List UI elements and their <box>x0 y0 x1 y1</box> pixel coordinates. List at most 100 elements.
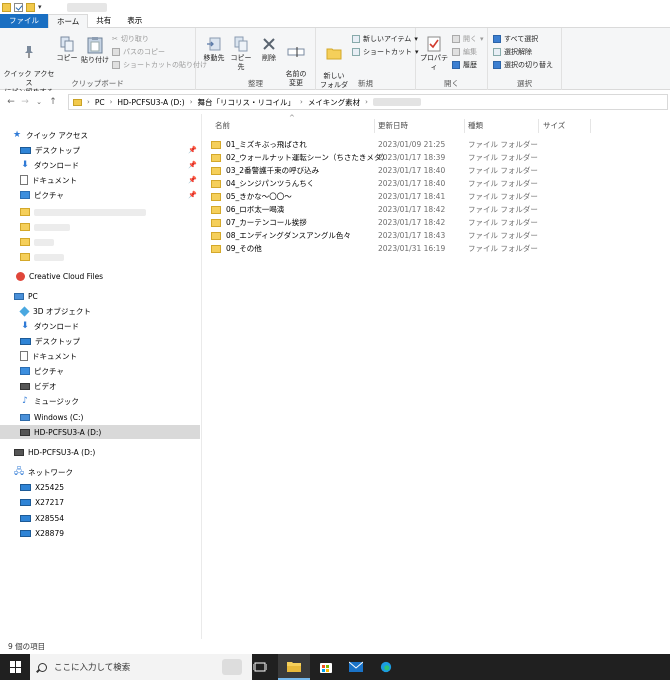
tab-home[interactable]: ホーム <box>48 14 89 28</box>
new-folder-button[interactable]: 新しい フォルダー <box>318 36 350 99</box>
easy-access-button[interactable]: ショートカット ▾ <box>352 46 419 57</box>
forward-arrow-icon[interactable]: → <box>18 97 32 107</box>
tab-share[interactable]: 共有 <box>88 14 119 28</box>
select-none-button[interactable]: 選択解除 <box>493 46 532 57</box>
properties-quick-icon[interactable] <box>14 2 23 12</box>
delete-button[interactable]: 削除 <box>258 36 280 63</box>
column-label: 更新日時 <box>378 121 408 130</box>
column-divider[interactable] <box>538 119 539 133</box>
nav-qa-pinned-folder[interactable] <box>0 220 200 234</box>
mail-taskbar-icon[interactable] <box>340 654 372 680</box>
chevron-right-icon[interactable]: › <box>365 98 368 106</box>
taskbar-search-box[interactable]: ここに入力して検索 <box>30 654 252 680</box>
nav-pc-windows-c[interactable]: Windows (C:) <box>0 410 200 424</box>
file-row[interactable]: 04_シンジパンツうんちく 2023/01/17 18:40 ファイル フォルダー <box>211 177 541 190</box>
chevron-right-icon[interactable]: › <box>190 98 193 106</box>
tab-file[interactable]: ファイル <box>0 14 48 28</box>
nav-pc-music[interactable]: ♪ ミュージック <box>0 394 200 408</box>
breadcrumb-current[interactable] <box>372 98 421 106</box>
address-bar[interactable]: › PC › HD-PCFSU3-A (D:) › 舞台「リコリス・リコイル」 … <box>68 94 668 110</box>
copy-to-button[interactable]: コピー先 <box>228 36 254 72</box>
copy-button[interactable]: コピー <box>56 36 78 63</box>
nav-network-computer[interactable]: X28554 <box>0 511 200 525</box>
invert-selection-button[interactable]: 選択の切り替え <box>493 59 553 70</box>
file-row[interactable]: 01_ミズキぶっ飛ばされ 2023/01/09 21:25 ファイル フォルダー <box>211 138 541 151</box>
nav-qa-desktop[interactable]: デスクトップ 📌 <box>0 143 200 157</box>
history-button[interactable]: 履歴 <box>452 59 477 70</box>
breadcrumb-pc[interactable]: PC <box>95 98 105 107</box>
search-highlight-icon[interactable] <box>222 659 242 675</box>
column-header-size[interactable]: サイズ <box>543 118 593 134</box>
file-row[interactable]: 07_カーテンコール挨拶 2023/01/17 18:42 ファイル フォルダー <box>211 216 541 229</box>
nav-network[interactable]: 🖧 ネットワーク <box>0 465 200 479</box>
nav-pc-desktop[interactable]: デスクトップ <box>0 334 200 348</box>
paste-button[interactable]: 貼り付け <box>81 36 109 65</box>
file-row[interactable]: 03_2番警護千束の呼び込み 2023/01/17 18:40 ファイル フォルダー <box>211 164 541 177</box>
nav-creative-cloud[interactable]: Creative Cloud Files <box>0 269 200 283</box>
blurred-folder-name <box>34 209 146 216</box>
nav-network-computer[interactable]: X28879 <box>0 526 200 540</box>
file-row[interactable]: 06_ロボ太一喝演 2023/01/17 18:42 ファイル フォルダー <box>211 203 541 216</box>
open-button[interactable]: 開く ▾ <box>452 33 484 44</box>
nav-qa-documents[interactable]: ドキュメント 📌 <box>0 173 200 187</box>
easy-access-label: ショートカット <box>363 47 412 56</box>
file-row[interactable]: 02_ウォールナット運転シーン（ちさたきメタ） 2023/01/17 18:39 フ… <box>211 151 541 164</box>
nav-drive-d[interactable]: HD-PCFSU3-A (D:) <box>0 445 200 459</box>
chevron-right-icon[interactable]: › <box>300 98 303 106</box>
nav-pc-drive-d[interactable]: HD-PCFSU3-A (D:) <box>0 425 200 439</box>
nav-pc-downloads[interactable]: ⬇ ダウンロード <box>0 319 200 333</box>
document-icon <box>20 351 28 361</box>
nav-network-computer[interactable]: X25425 <box>0 480 200 494</box>
breadcrumb-making-folder[interactable]: メイキング素材 <box>308 97 360 108</box>
nav-qa-pictures[interactable]: ピクチャ 📌 <box>0 188 200 202</box>
column-header-name[interactable]: 名前 <box>215 118 375 134</box>
folder-icon <box>211 192 221 201</box>
nav-qa-pinned-folder[interactable] <box>0 235 200 249</box>
file-row[interactable]: 08_エンディングダンスアングル色々 2023/01/17 18:43 ファイル フ… <box>211 229 541 242</box>
select-all-button[interactable]: すべて選択 <box>493 33 538 44</box>
breadcrumb-stage-folder[interactable]: 舞台「リコリス・リコイル」 <box>198 97 296 108</box>
nav-pc-documents[interactable]: ドキュメント <box>0 349 200 363</box>
tab-view[interactable]: 表示 <box>119 14 150 28</box>
nav-pc-pictures[interactable]: ピクチャ <box>0 364 200 378</box>
delete-label: 削除 <box>262 54 276 62</box>
chevron-right-icon[interactable]: › <box>110 98 113 106</box>
file-type: ファイル フォルダー <box>468 218 538 227</box>
column-divider[interactable] <box>374 119 375 133</box>
recent-locations-chevron-icon[interactable]: ⌄ <box>32 98 46 106</box>
new-folder-quick-icon[interactable] <box>26 2 35 12</box>
properties-button[interactable]: プロパティ <box>418 36 450 72</box>
column-header-type[interactable]: 種類 <box>468 118 538 134</box>
nav-quick-access[interactable]: ★ クイック アクセス <box>0 128 200 142</box>
nav-pc-3d-objects[interactable]: 3D オブジェクト <box>0 304 200 318</box>
file-explorer-taskbar-icon[interactable] <box>278 654 310 680</box>
column-divider[interactable] <box>464 119 465 133</box>
store-taskbar-icon[interactable] <box>310 654 342 680</box>
folder-icon <box>211 166 221 175</box>
nav-qa-pinned-folder[interactable] <box>0 250 200 264</box>
breadcrumb-drive[interactable]: HD-PCFSU3-A (D:) <box>117 98 184 107</box>
copy-icon <box>60 36 74 52</box>
nav-qa-downloads[interactable]: ⬇ ダウンロード 📌 <box>0 158 200 172</box>
file-row[interactable]: 09_その他 2023/01/31 16:19 ファイル フォルダー <box>211 242 541 255</box>
folder-icon <box>20 208 30 216</box>
paste-shortcut-button[interactable]: ショートカットの貼り付け <box>112 59 207 70</box>
column-header-date[interactable]: 更新日時 <box>378 118 463 134</box>
nav-pc[interactable]: PC <box>0 289 200 303</box>
edit-button[interactable]: 編集 <box>452 46 477 57</box>
task-view-icon[interactable] <box>244 654 276 680</box>
windows-start-icon[interactable] <box>10 661 22 673</box>
back-arrow-icon[interactable]: ← <box>4 97 18 107</box>
cut-button[interactable]: ✂ 切り取り <box>112 33 149 44</box>
column-divider[interactable] <box>590 119 591 133</box>
new-item-button[interactable]: 新しいアイテム ▾ <box>352 33 418 44</box>
edge-taskbar-icon[interactable] <box>370 654 402 680</box>
copy-path-button[interactable]: パスのコピー <box>112 46 165 57</box>
select-none-icon <box>493 47 501 56</box>
nav-network-computer[interactable]: X27217 <box>0 495 200 509</box>
customize-toolbar-chevron-icon[interactable]: ▾ <box>38 3 42 11</box>
file-row[interactable]: 05_きかな～〇〇～ 2023/01/17 18:41 ファイル フォルダー <box>211 190 541 203</box>
move-to-button[interactable]: 移動先 <box>202 36 226 63</box>
nav-pc-videos[interactable]: ビデオ <box>0 379 200 393</box>
up-arrow-icon[interactable]: ↑ <box>46 97 60 107</box>
